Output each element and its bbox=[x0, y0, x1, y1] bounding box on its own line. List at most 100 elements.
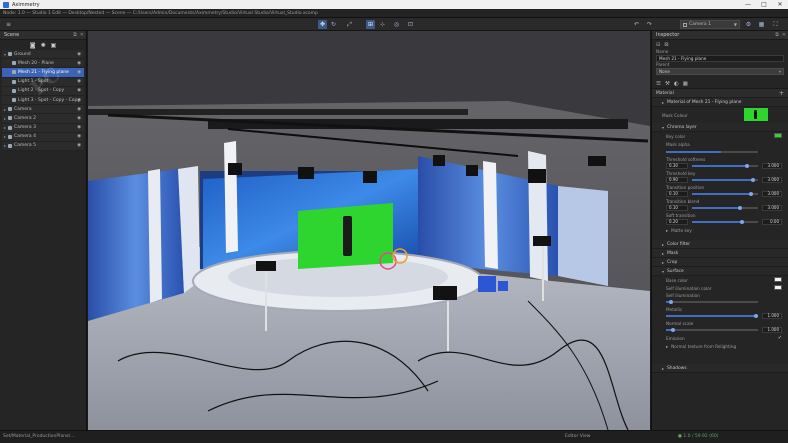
slider-track[interactable] bbox=[692, 164, 758, 168]
panel-controls[interactable]: ⧉ ✕ bbox=[73, 32, 84, 38]
surface-slider[interactable]: 1.000 bbox=[652, 312, 788, 320]
material-of-section[interactable]: ▸ Material of Mesh 21 - Flying plane bbox=[652, 98, 788, 107]
slider-track[interactable] bbox=[692, 192, 758, 196]
expand-arrow-icon[interactable]: ▾ bbox=[4, 52, 6, 57]
slider-value-input[interactable]: 3.000 bbox=[762, 205, 782, 211]
collapsed-section[interactable]: ▸ Color filter bbox=[652, 240, 788, 249]
lock-icon[interactable]: ⊟ bbox=[656, 42, 660, 48]
rotate-icon[interactable]: ↻ bbox=[329, 20, 338, 29]
base-color-swatch[interactable] bbox=[774, 277, 782, 282]
scene-item[interactable]: ▸ Camera 4 ◉ bbox=[2, 132, 84, 142]
slider-track[interactable] bbox=[666, 314, 759, 318]
visibility-eye-icon[interactable]: ◉ bbox=[77, 134, 81, 139]
slider-min-input[interactable]: 0.10 bbox=[666, 191, 688, 197]
chroma-layer-section[interactable]: ▾ Chroma layer bbox=[652, 123, 788, 132]
slider-min-input[interactable]: 0.10 bbox=[666, 205, 688, 211]
slider-value-input[interactable]: 3.000 bbox=[762, 191, 782, 197]
fullscreen-icon[interactable]: ⛶ bbox=[771, 20, 780, 29]
expand-arrow-icon[interactable]: ▸ bbox=[4, 134, 6, 139]
panel-close-icon[interactable]: ✕ bbox=[782, 32, 786, 38]
panel-controls[interactable]: ⧉ ✕ bbox=[775, 32, 786, 38]
slider-track[interactable] bbox=[692, 220, 758, 224]
slider-track[interactable] bbox=[666, 328, 758, 332]
panel-close-icon[interactable]: ✕ bbox=[80, 32, 84, 38]
material-section[interactable]: Material + bbox=[652, 89, 788, 98]
mask-color-swatch[interactable] bbox=[744, 108, 768, 121]
chroma-slider[interactable]: 0.20 0.00 bbox=[652, 218, 788, 226]
mask-alpha-slider[interactable] bbox=[652, 148, 788, 156]
slider-handle[interactable] bbox=[737, 206, 742, 210]
scene-item[interactable]: ▸ Camera 3 ◉ bbox=[2, 123, 84, 133]
redo-icon[interactable]: ↷ bbox=[645, 20, 654, 29]
mask-alpha-track[interactable] bbox=[666, 151, 758, 153]
grid-icon[interactable]: ⊞ bbox=[366, 20, 375, 29]
delete-icon[interactable]: ▣ bbox=[51, 42, 57, 49]
slider-min-input[interactable]: 0.20 bbox=[666, 219, 688, 225]
emission-checkbox[interactable]: ✓ bbox=[778, 335, 782, 341]
slider-track[interactable] bbox=[692, 206, 758, 210]
visibility-eye-icon[interactable]: ◉ bbox=[77, 125, 81, 130]
matte-key-row[interactable]: ▸ Matte key bbox=[652, 226, 788, 234]
visibility-eye-icon[interactable]: ◉ bbox=[77, 88, 81, 93]
slider-handle[interactable] bbox=[744, 164, 749, 168]
camera-add-icon[interactable]: ◙ bbox=[30, 42, 36, 49]
name-input[interactable]: Mesh 21 - Flying plane bbox=[656, 55, 784, 62]
slider-handle[interactable] bbox=[668, 300, 673, 304]
expand-arrow-icon[interactable]: ▸ bbox=[4, 143, 6, 148]
link-icon[interactable]: ⊠ bbox=[664, 42, 668, 48]
undock-icon[interactable]: ⧉ bbox=[73, 32, 77, 38]
menu-icon[interactable]: ≡ bbox=[4, 20, 13, 29]
visibility-eye-icon[interactable]: ◉ bbox=[77, 143, 81, 148]
slider-handle[interactable] bbox=[754, 314, 759, 318]
slider-value-input[interactable]: 3.000 bbox=[762, 177, 782, 183]
undo-icon[interactable]: ↶ bbox=[632, 20, 641, 29]
visibility-eye-icon[interactable]: ◉ bbox=[77, 98, 81, 103]
visibility-eye-icon[interactable]: ◉ bbox=[77, 61, 81, 66]
visibility-eye-icon[interactable]: ◉ bbox=[77, 70, 81, 75]
tab-texture-icon[interactable]: ▦ bbox=[683, 81, 688, 87]
minimize-button[interactable]: — bbox=[740, 0, 756, 9]
view-settings-icon[interactable]: ⚙ bbox=[744, 20, 753, 29]
studio-scene-render[interactable] bbox=[88, 31, 650, 430]
slider-value-input[interactable]: 1.000 bbox=[762, 313, 782, 319]
slider-min-input[interactable]: 0.90 bbox=[666, 177, 688, 183]
slider-handle[interactable] bbox=[739, 220, 744, 224]
slider-track[interactable] bbox=[692, 178, 758, 182]
surface-slider[interactable]: 1.000 bbox=[652, 326, 788, 334]
camera-select[interactable]: Camera 1 ▼ bbox=[680, 20, 740, 29]
3d-viewport[interactable] bbox=[88, 31, 650, 430]
normal-texture-row[interactable]: ▸ Normal texture from Relighting bbox=[652, 342, 788, 350]
pivot-icon[interactable]: ◎ bbox=[392, 20, 401, 29]
slider-min-input[interactable]: 0.30 bbox=[666, 163, 688, 169]
scene-item[interactable]: ▸ Camera 2 ◉ bbox=[2, 114, 84, 124]
tab-transform-icon[interactable]: ☰ bbox=[656, 81, 661, 87]
slider-handle[interactable] bbox=[749, 192, 754, 196]
tab-material-icon[interactable]: ◐ bbox=[674, 81, 679, 87]
collapsed-section[interactable]: ▸ Crop bbox=[652, 258, 788, 267]
add-icon[interactable]: + bbox=[779, 90, 784, 97]
surface-section[interactable]: ▾ Surface bbox=[652, 267, 788, 276]
parent-select[interactable]: None ▾ bbox=[656, 68, 784, 75]
expand-arrow-icon[interactable]: ▸ bbox=[4, 107, 6, 112]
snap-icon[interactable]: ⊹ bbox=[378, 20, 387, 29]
slider-handle[interactable] bbox=[750, 178, 755, 182]
close-button[interactable]: ✕ bbox=[772, 0, 788, 9]
slider-value-input[interactable]: 0.00 bbox=[762, 219, 782, 225]
local-icon[interactable]: ⊡ bbox=[406, 20, 415, 29]
key-color-swatch[interactable] bbox=[774, 133, 782, 138]
chroma-slider[interactable]: 0.90 3.000 bbox=[652, 176, 788, 184]
expand-arrow-icon[interactable]: ▸ bbox=[4, 125, 6, 130]
surface-slider[interactable] bbox=[652, 298, 788, 306]
visibility-eye-icon[interactable]: ◉ bbox=[77, 79, 81, 84]
scene-item[interactable]: ▸ Camera 5 ◉ bbox=[2, 141, 84, 152]
layout-icon[interactable]: ▦ bbox=[757, 20, 766, 29]
expand-arrow-icon[interactable]: ▸ bbox=[4, 116, 6, 121]
undock-icon[interactable]: ⧉ bbox=[775, 32, 779, 38]
chroma-slider[interactable]: 0.10 3.000 bbox=[652, 190, 788, 198]
tab-wrench-icon[interactable]: ⚒ bbox=[665, 81, 670, 87]
visibility-eye-icon[interactable]: ◉ bbox=[77, 116, 81, 121]
shadows-section[interactable]: ▸ Shadows bbox=[652, 364, 788, 373]
light-add-icon[interactable]: ✺ bbox=[41, 42, 46, 49]
slider-value-input[interactable]: 3.000 bbox=[762, 163, 782, 169]
slider-value-input[interactable]: 1.000 bbox=[762, 327, 782, 333]
